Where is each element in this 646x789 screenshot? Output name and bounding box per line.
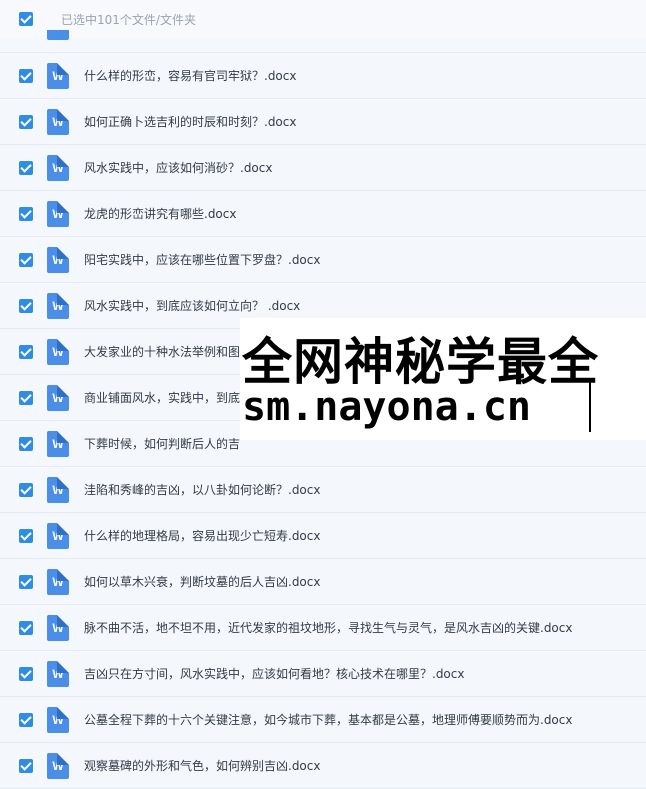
file-checkbox[interactable] [19, 114, 33, 129]
file-name[interactable]: 如何以草木兴衰，判断坟墓的后人吉凶.docx [84, 573, 320, 590]
word-file-icon: W [47, 246, 69, 273]
file-name[interactable]: 商业铺面风水，实践中，到底 [84, 389, 240, 406]
file-name[interactable]: 风水实践中，到底应该如何立向？ .docx [84, 297, 300, 314]
file-checkbox[interactable] [19, 390, 33, 405]
file-row[interactable]: W 如何正确卜选吉利的时辰和时刻？.docx [0, 99, 646, 145]
word-file-icon: W [47, 430, 69, 457]
file-name[interactable]: 吉凶只在方寸间，风水实践中，应该如何看地？核心技术在哪里？.docx [84, 665, 464, 682]
file-name[interactable]: 大发家业的十种水法举例和图 [84, 343, 240, 360]
file-checkbox[interactable] [19, 436, 33, 451]
word-file-icon: W [47, 660, 69, 687]
file-row[interactable]: W 阳宅实践中，应该在哪些位置下罗盘？.docx [0, 237, 646, 283]
file-name[interactable]: 如何正确卜选吉利的时辰和时刻？.docx [84, 113, 296, 130]
file-name[interactable]: 龙虎的形峦讲究有哪些.docx [84, 205, 236, 222]
word-file-icon: W [47, 522, 69, 549]
file-row[interactable]: W 观察墓碑的外形和气色，如何辨别吉凶.docx [0, 743, 646, 789]
file-name[interactable]: 洼陷和秀峰的吉凶，以八卦如何论断？.docx [84, 481, 320, 498]
file-checkbox[interactable] [19, 252, 33, 267]
word-file-icon: W [47, 338, 69, 365]
word-file-icon: W [47, 706, 69, 733]
word-file-icon: W [47, 108, 69, 135]
file-row[interactable]: W 什么样的地理格局，容易出现少亡短寿.docx [0, 513, 646, 559]
word-file-icon: W [47, 200, 69, 227]
file-checkbox[interactable] [19, 482, 33, 497]
file-name[interactable]: 阳宅实践中，应该在哪些位置下罗盘？.docx [84, 251, 320, 268]
watermark-overlay: 全网神秘学最全 sm.nayona.cn [240, 318, 646, 440]
word-file-icon: W [47, 62, 69, 89]
file-checkbox[interactable] [19, 666, 33, 681]
selection-header: 已选中101个文件/文件夹 [0, 0, 646, 38]
list-item-partial [0, 30, 646, 53]
file-row[interactable]: W 如何以草木兴衰，判断坟墓的后人吉凶.docx [0, 559, 646, 605]
file-name[interactable]: 观察墓碑的外形和气色，如何辨别吉凶.docx [84, 757, 320, 774]
file-checkbox[interactable] [19, 574, 33, 589]
word-file-icon: W [47, 292, 69, 319]
file-row[interactable]: W 风水实践中，应该如何消砂？.docx [0, 145, 646, 191]
file-checkbox[interactable] [19, 298, 33, 313]
file-name[interactable]: 什么样的地理格局，容易出现少亡短寿.docx [84, 527, 320, 544]
file-row[interactable]: W 脉不曲不活，地不坦不用，近代发家的祖坟地形，寻找生气与灵气，是风水吉凶的关键.… [0, 605, 646, 651]
file-row[interactable]: W 什么样的形峦，容易有官司牢狱？.docx [0, 53, 646, 99]
file-checkbox[interactable] [19, 206, 33, 221]
file-name[interactable]: 风水实践中，应该如何消砂？.docx [84, 159, 272, 176]
watermark-url: sm.nayona.cn [242, 384, 531, 430]
word-file-icon [47, 30, 69, 40]
file-row[interactable]: W 龙虎的形峦讲究有哪些.docx [0, 191, 646, 237]
word-file-icon: W [47, 476, 69, 503]
file-checkbox[interactable] [19, 160, 33, 175]
file-checkbox[interactable] [19, 620, 33, 635]
file-row[interactable]: W 洼陷和秀峰的吉凶，以八卦如何论断？.docx [0, 467, 646, 513]
word-file-icon: W [47, 614, 69, 641]
file-name[interactable]: 公墓全程下葬的十六个关键注意，如今城市下葬，基本都是公墓，地理师傅要顺势而为.d… [84, 711, 572, 728]
file-checkbox[interactable] [19, 528, 33, 543]
file-name[interactable]: 脉不曲不活，地不坦不用，近代发家的祖坟地形，寻找生气与灵气，是风水吉凶的关键.d… [84, 619, 572, 636]
file-row[interactable]: W 吉凶只在方寸间，风水实践中，应该如何看地？核心技术在哪里？.docx [0, 651, 646, 697]
file-checkbox[interactable] [19, 712, 33, 727]
file-row[interactable]: W 公墓全程下葬的十六个关键注意，如今城市下葬，基本都是公墓，地理师傅要顺势而为.… [0, 697, 646, 743]
select-all-checkbox[interactable] [19, 12, 33, 26]
selection-count-label: 已选中101个文件/文件夹 [61, 12, 196, 27]
word-file-icon: W [47, 154, 69, 181]
word-file-icon: W [47, 752, 69, 779]
file-name[interactable]: 什么样的形峦，容易有官司牢狱？.docx [84, 67, 296, 84]
word-file-icon: W [47, 568, 69, 595]
text-caret [589, 380, 591, 432]
word-file-icon: W [47, 384, 69, 411]
file-name[interactable]: 下葬时候，如何判断后人的吉 [84, 435, 240, 452]
file-checkbox[interactable] [19, 758, 33, 773]
file-checkbox[interactable] [19, 344, 33, 359]
file-checkbox[interactable] [19, 68, 33, 83]
